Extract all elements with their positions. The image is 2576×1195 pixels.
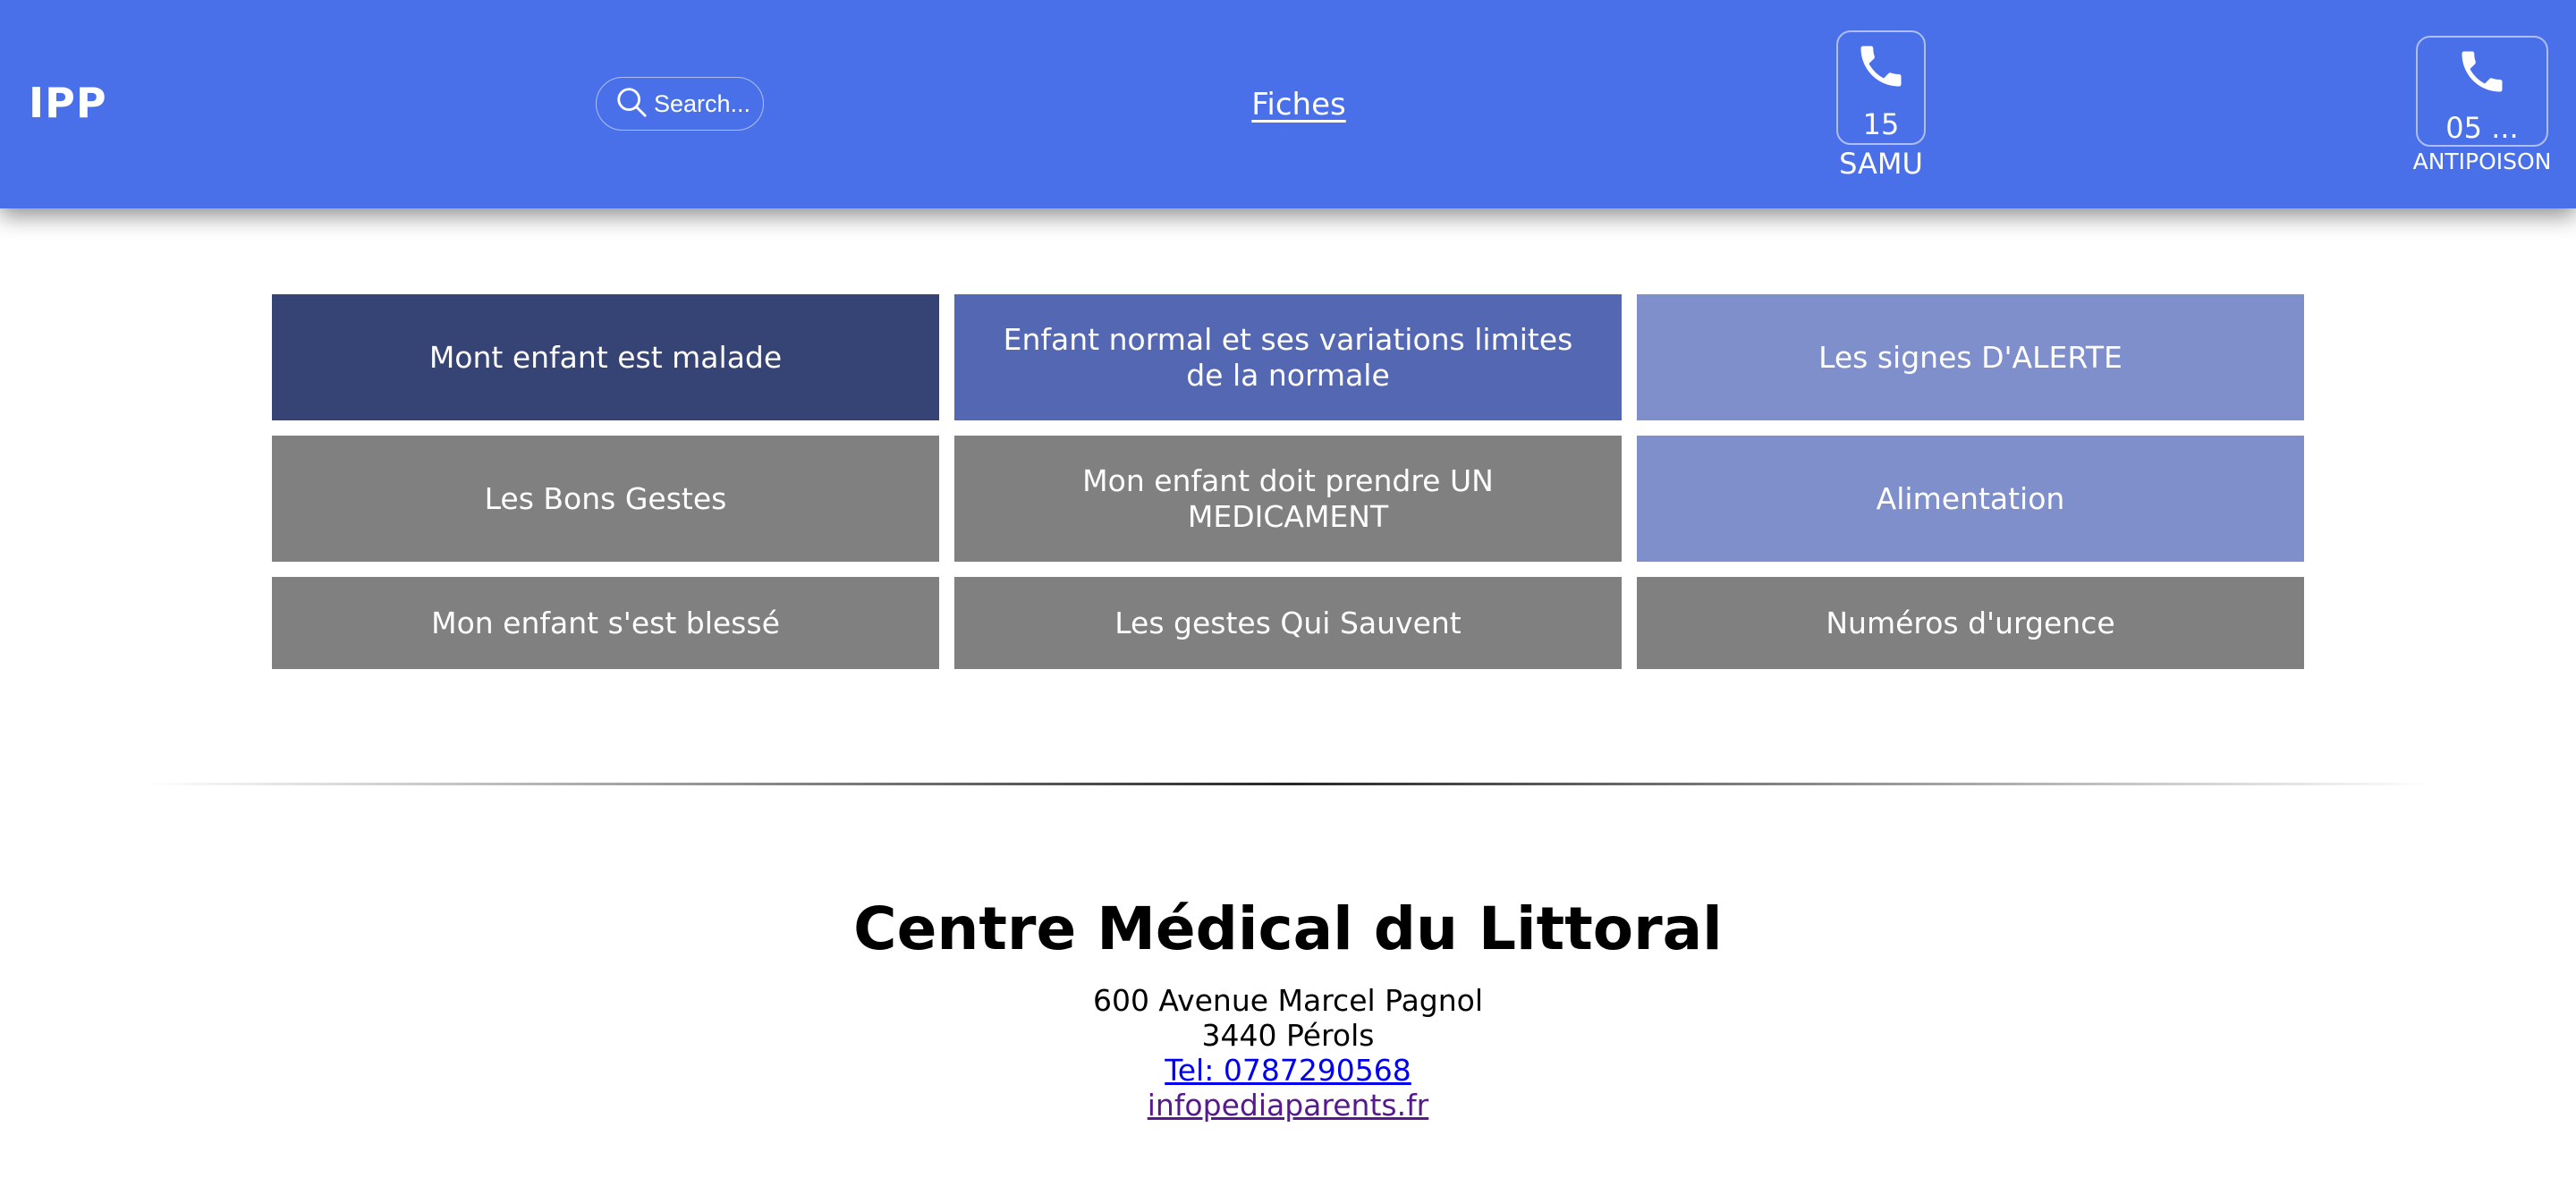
phone-icon <box>1854 39 1908 97</box>
tile-nutrition[interactable]: Alimentation <box>1637 436 2304 562</box>
tile-child-sick[interactable]: Mont enfant est malade <box>272 294 939 420</box>
nav-link-fiches[interactable]: Fiches <box>1209 87 1388 123</box>
antipoison-number: 05 ... <box>2445 111 2519 145</box>
section-divider <box>143 783 2433 785</box>
samu-call-button[interactable]: 15 SAMU <box>1835 30 1927 181</box>
antipoison-phone-box[interactable]: 05 ... <box>2416 36 2548 147</box>
email-link[interactable]: infopediaparents.fr <box>1148 1088 1429 1123</box>
tile-good-gestures[interactable]: Les Bons Gestes <box>272 436 939 562</box>
search-input[interactable] <box>654 89 759 118</box>
address-city: 3440 Pérols <box>1201 1018 1375 1053</box>
samu-phone-box[interactable]: 15 <box>1836 30 1926 145</box>
tile-normal-child[interactable]: Enfant normal et ses variations limites … <box>954 294 1622 420</box>
tile-medication[interactable]: Mon enfant doit prendre UN MEDICAMENT <box>954 436 1622 562</box>
phone-icon <box>2455 45 2509 102</box>
tile-warning-signs[interactable]: Les signes D'ALERTE <box>1637 294 2304 420</box>
search-box[interactable] <box>596 77 764 131</box>
phone-link[interactable]: Tel: 0787290568 <box>1165 1053 1411 1088</box>
category-grid: Mont enfant est malade Enfant normal et … <box>272 294 2304 669</box>
tile-life-saving-gestures[interactable]: Les gestes Qui Sauvent <box>954 577 1622 669</box>
tile-emergency-numbers[interactable]: Numéros d'urgence <box>1637 577 2304 669</box>
search-icon[interactable] <box>614 85 648 123</box>
top-navbar: IPP Fiches 15 SAMU 05 ... ANTIPOISON <box>0 0 2576 208</box>
samu-label: SAMU <box>1839 147 1923 181</box>
clinic-name: Centre Médical du Littoral <box>853 894 1723 963</box>
address-street: 600 Avenue Marcel Pagnol <box>1092 983 1484 1018</box>
antipoison-call-button[interactable]: 05 ... ANTIPOISON <box>2412 36 2552 174</box>
site-logo[interactable]: IPP <box>29 79 107 127</box>
footer-contact: Centre Médical du Littoral 600 Avenue Ma… <box>0 894 2576 1123</box>
antipoison-label: ANTIPOISON <box>2412 148 2552 174</box>
samu-number: 15 <box>1862 107 1900 141</box>
tile-child-injured[interactable]: Mon enfant s'est blessé <box>272 577 939 669</box>
